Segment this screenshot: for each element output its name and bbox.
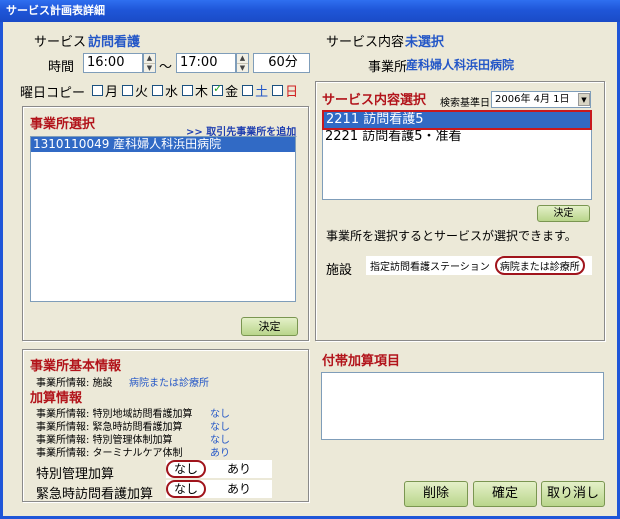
service-content-value: 未選択 [405, 35, 445, 50]
time-separator: 〜 [159, 60, 173, 75]
spin-down-icon[interactable]: ▼ [237, 64, 248, 73]
office-label: 事業所 [368, 60, 408, 75]
list-item[interactable]: 1310110049 産科婦人科浜田病院 [31, 137, 295, 152]
extra-title: 付帯加算項目 [322, 354, 401, 369]
weekday-checkbox[interactable]: 土 [242, 81, 268, 100]
weekday-label: 金 [225, 85, 239, 100]
weekday-label: 土 [255, 85, 269, 100]
service-content-label: サービス内容 [326, 35, 405, 50]
time-label: 時間 [48, 60, 75, 75]
addition-info-title: 加算情報 [30, 391, 83, 406]
weekday-label: 木 [195, 85, 209, 100]
checkbox-icon[interactable] [242, 85, 254, 96]
service-list[interactable]: 2211 訪問看護5 2221 訪問看護5・准看 [322, 110, 592, 200]
addition-key: 事業所情報: ターミナルケア体制 [36, 448, 183, 459]
facility-field: 指定訪問看護ステーション 病院または診療所 [366, 256, 592, 275]
extra-list[interactable] [321, 372, 604, 440]
checkbox-icon[interactable] [182, 85, 194, 96]
start-time-spinner[interactable]: ▲ ▼ [143, 53, 156, 73]
weekday-checkbox[interactable]: 木 [182, 81, 208, 100]
weekday-checkboxes: 月火水木金土日 [92, 81, 302, 100]
special-management-label: 特別管理加算 [36, 467, 115, 482]
option-yes[interactable]: あり [214, 480, 264, 498]
service-label: サービス [34, 35, 87, 50]
spin-down-icon[interactable]: ▼ [144, 64, 155, 73]
addition-val: あり [210, 448, 230, 459]
weekday-label: 日 [285, 85, 299, 100]
facility-type: 指定訪問看護ステーション [370, 262, 490, 273]
spin-up-icon[interactable]: ▲ [144, 54, 155, 64]
search-date-input[interactable]: 2006年 4月 1日 [491, 91, 591, 108]
weekday-checkbox[interactable]: 火 [122, 81, 148, 100]
window-title: サービス計画表詳細 [0, 0, 620, 22]
spin-up-icon[interactable]: ▲ [237, 54, 248, 64]
special-management-toggle[interactable]: なし あり [166, 460, 272, 478]
checkbox-icon[interactable] [92, 85, 103, 96]
emergency-visit-toggle[interactable]: なし あり [166, 480, 272, 498]
end-time-spinner[interactable]: ▲ ▼ [236, 53, 249, 73]
duration-field[interactable]: 60分 [253, 53, 310, 73]
end-time-input[interactable]: 17:00 [176, 53, 236, 73]
list-item[interactable]: 2221 訪問看護5・准看 [323, 129, 591, 144]
date-dropdown-icon[interactable]: ▼ [578, 93, 590, 106]
checkbox-icon[interactable] [122, 85, 134, 96]
office-list[interactable]: 1310110049 産科婦人科浜田病院 [30, 136, 296, 302]
checkbox-icon[interactable] [212, 82, 224, 96]
cancel-button[interactable]: 取り消し [541, 481, 605, 507]
weekday-checkbox[interactable]: 水 [152, 81, 178, 100]
office-decide-button[interactable]: 決定 [241, 317, 298, 336]
service-select-note: 事業所を選択するとサービスが選択できます。 [326, 229, 577, 243]
option-no[interactable]: なし [166, 460, 206, 478]
checkbox-icon[interactable] [152, 85, 164, 96]
office-value: 産科婦人科浜田病院 [406, 58, 515, 72]
checkbox-icon[interactable] [272, 85, 284, 96]
option-yes[interactable]: あり [214, 460, 264, 478]
service-select-title: サービス内容選択 [322, 93, 427, 108]
service-decide-button[interactable]: 決定 [537, 205, 590, 222]
weekday-checkbox[interactable]: 日 [272, 81, 298, 100]
emergency-visit-label: 緊急時訪問看護加算 [36, 487, 154, 502]
weekday-copy-label: 曜日コピー [20, 86, 86, 101]
weekday-label: 月 [105, 85, 119, 100]
weekday-checkbox[interactable]: 月 [92, 81, 118, 100]
list-item[interactable]: 2211 訪問看護5 [322, 110, 592, 130]
service-value: 訪問看護 [88, 35, 141, 50]
office-select-title: 事業所選択 [30, 117, 96, 132]
facility-label: 施設 [326, 263, 353, 278]
search-date-label: 検索基準日 [440, 98, 490, 109]
facility-value: 病院または診療所 [494, 256, 585, 275]
start-time-input[interactable]: 16:00 [83, 53, 143, 73]
basic-info-title: 事業所基本情報 [30, 359, 122, 374]
facility-val: 病院または診療所 [129, 378, 209, 389]
weekday-label: 火 [135, 85, 149, 100]
confirm-button[interactable]: 確定 [473, 481, 537, 507]
delete-button[interactable]: 削除 [404, 481, 468, 507]
weekday-label: 水 [165, 85, 179, 100]
weekday-checkbox[interactable]: 金 [212, 81, 238, 100]
option-no[interactable]: なし [166, 480, 206, 498]
